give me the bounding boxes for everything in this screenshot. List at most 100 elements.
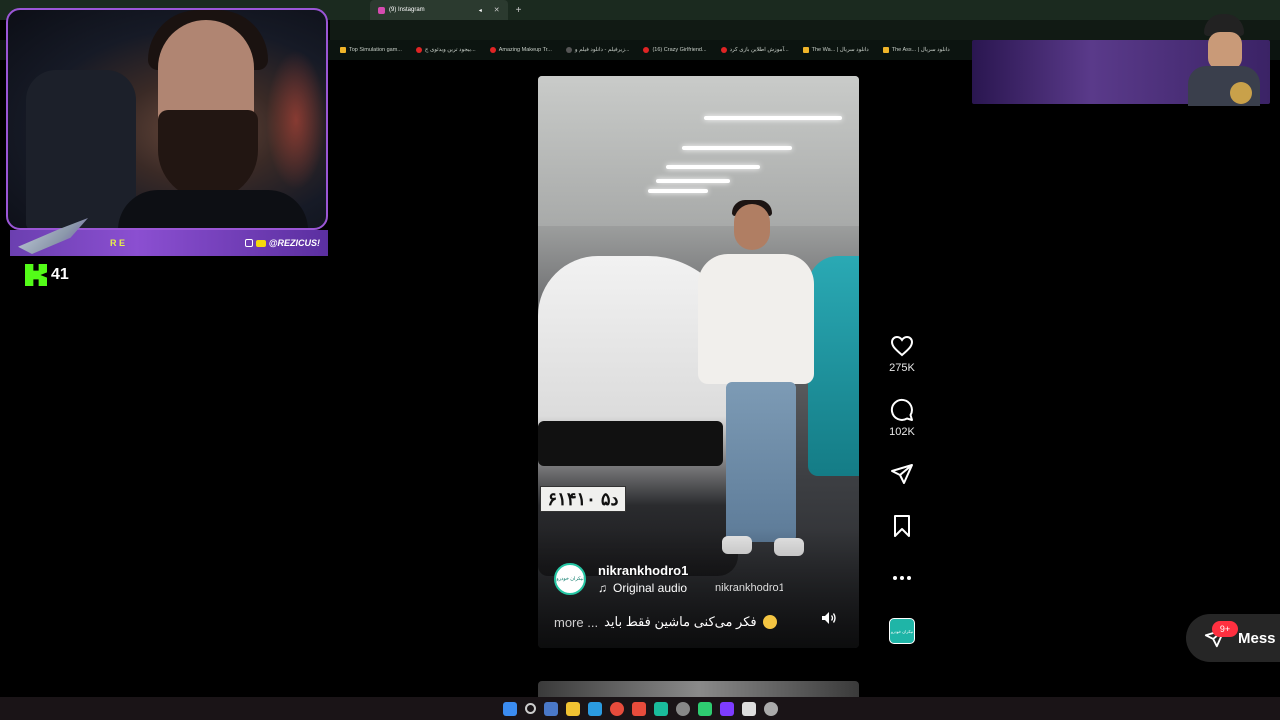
youtube-icon bbox=[415, 47, 422, 53]
heart-icon[interactable] bbox=[890, 334, 914, 358]
bookmark-label: The Wa... | دانلود سریال bbox=[811, 47, 869, 53]
youtube-icon bbox=[255, 239, 266, 247]
emoji-icon bbox=[762, 615, 777, 629]
bookmark-item[interactable]: (16) Crazy Girlfriend... bbox=[643, 47, 707, 53]
save-action[interactable] bbox=[884, 514, 920, 538]
license-plate: ۶۱۴۱۰ ۵د bbox=[540, 486, 626, 512]
like-action[interactable]: 275K bbox=[884, 334, 920, 374]
bookmark-item[interactable]: The Ass... | دانلود سریال bbox=[882, 47, 950, 53]
music-note-icon: ♫ bbox=[598, 581, 607, 595]
bookmark-item[interactable]: Amazing Makeup Tr... bbox=[489, 47, 552, 53]
bookmark-icon bbox=[565, 47, 572, 53]
address-bar[interactable] bbox=[330, 20, 1280, 40]
comment-icon[interactable] bbox=[890, 398, 914, 422]
avatar-text: نیکران خودرو bbox=[556, 576, 584, 582]
instagram-icon bbox=[244, 239, 253, 247]
ceiling-light bbox=[666, 165, 760, 169]
audio-avatar[interactable]: نیکران خودرو bbox=[889, 618, 915, 644]
bookmark-label: (16) Crazy Girlfriend... bbox=[652, 47, 707, 53]
start-icon[interactable] bbox=[502, 701, 517, 716]
man-jeans bbox=[726, 382, 796, 542]
author-text: nikrankhodro1 ♫ Original audio nikrankho… bbox=[598, 563, 783, 595]
tab-label: (9) Instagram bbox=[389, 7, 425, 13]
audio-label: Original audio bbox=[613, 581, 688, 595]
app-icon[interactable] bbox=[631, 701, 646, 716]
reel-caption: more ... فکر می‌کنی ماشین فقط باید bbox=[554, 614, 784, 630]
namebar-letters: R E bbox=[110, 238, 126, 248]
app-icon[interactable] bbox=[741, 701, 756, 716]
next-reel-preview[interactable] bbox=[538, 681, 859, 697]
more-options[interactable] bbox=[884, 566, 920, 590]
ceiling-light bbox=[704, 116, 842, 120]
bookmark-item[interactable]: زیرفیلم - دانلود فیلم و... bbox=[565, 47, 630, 53]
kick-logo-icon bbox=[25, 264, 47, 286]
app-icon[interactable] bbox=[697, 701, 712, 716]
bookmark-label: زیرفیلم - دانلود فیلم و... bbox=[574, 47, 630, 53]
bookmark-label: Amazing Makeup Tr... bbox=[498, 47, 552, 53]
telegram-icon[interactable] bbox=[587, 701, 602, 716]
send-icon[interactable] bbox=[890, 462, 914, 486]
more-dots-icon[interactable] bbox=[890, 566, 914, 590]
car-grille bbox=[538, 421, 723, 466]
share-action[interactable] bbox=[884, 462, 920, 486]
author-username[interactable]: nikrankhodro1 bbox=[598, 563, 783, 578]
search-icon[interactable] bbox=[524, 703, 536, 714]
comment-action[interactable]: 102K bbox=[884, 398, 920, 438]
folder-icon[interactable] bbox=[565, 701, 580, 716]
audio-row[interactable]: ♫ Original audio nikrankhodro1 bbox=[598, 581, 783, 595]
windows-taskbar bbox=[0, 697, 1280, 720]
close-tab-icon[interactable]: ✕ bbox=[494, 6, 500, 14]
bookmark-label: بیجود ترین ویدئوی ج... bbox=[424, 47, 476, 53]
screen: (9) Instagram ◂ ✕ + Top Simulation gam..… bbox=[0, 0, 1280, 720]
like-count: 275K bbox=[889, 362, 915, 374]
app-icon[interactable] bbox=[543, 701, 558, 716]
ceiling-light bbox=[682, 146, 792, 150]
obs-icon[interactable] bbox=[675, 701, 690, 716]
mascot-coin bbox=[1230, 82, 1252, 104]
app-icon[interactable] bbox=[719, 701, 734, 716]
streamer-beard bbox=[158, 110, 258, 200]
tab-instagram[interactable]: (9) Instagram ◂ ✕ bbox=[370, 0, 508, 20]
reel-author: نیکران خودرو nikrankhodro1 ♫ Original au… bbox=[554, 563, 783, 595]
messages-label: Mess bbox=[1238, 629, 1276, 647]
chrome-icon[interactable] bbox=[609, 701, 624, 716]
bookmark-item[interactable]: The Wa... | دانلود سریال bbox=[802, 47, 869, 53]
bookmark-label: آموزش اطلاین بازی کرد... bbox=[729, 47, 789, 53]
youtube-icon bbox=[643, 47, 650, 53]
bookmark-item[interactable]: آموزش اطلاین بازی کرد... bbox=[720, 47, 789, 53]
caption-text: فکر می‌کنی ماشین فقط باید bbox=[604, 614, 757, 629]
settings-icon[interactable] bbox=[763, 701, 778, 716]
comment-count: 102K bbox=[889, 426, 915, 438]
app-icon[interactable] bbox=[653, 701, 668, 716]
author-avatar[interactable]: نیکران خودرو bbox=[554, 563, 586, 595]
volume-icon[interactable] bbox=[821, 611, 837, 625]
youtube-icon bbox=[489, 47, 496, 53]
bookmark-item[interactable]: Top Simulation gam... bbox=[340, 47, 402, 53]
bookmark-icon[interactable] bbox=[890, 514, 914, 538]
streamer-body bbox=[118, 190, 308, 228]
speaker-icon[interactable]: ◂ bbox=[479, 7, 482, 14]
kick-viewers: 41 bbox=[25, 264, 69, 286]
teal-car bbox=[808, 256, 859, 476]
webcam-overlay bbox=[6, 8, 328, 230]
garage-ceiling bbox=[538, 76, 859, 226]
mascot-face bbox=[1208, 32, 1242, 70]
bookmark-icon bbox=[720, 47, 727, 53]
new-tab-icon[interactable]: + bbox=[516, 5, 522, 16]
streamer-handle: @REZICUS! bbox=[244, 238, 320, 248]
mini-avatar-text: نیکران خودرو bbox=[890, 628, 914, 634]
bookmark-item[interactable]: بیجود ترین ویدئوی ج... bbox=[415, 47, 476, 53]
bookmark-icon bbox=[802, 47, 809, 53]
ceiling-light bbox=[656, 179, 730, 183]
bookmark-label: Top Simulation gam... bbox=[349, 47, 402, 53]
man-head bbox=[734, 204, 770, 250]
messages-badge: 9+ bbox=[1212, 621, 1238, 637]
mascot-character bbox=[1178, 10, 1270, 106]
audio-username: nikrankhodro1 bbox=[715, 582, 784, 594]
caption-more-link[interactable]: more ... bbox=[554, 615, 598, 630]
viewer-count: 41 bbox=[51, 266, 69, 283]
bookmark-icon bbox=[882, 47, 889, 53]
man-shirt bbox=[698, 254, 814, 384]
webcam-chair bbox=[26, 70, 136, 228]
ceiling-light bbox=[648, 189, 708, 193]
